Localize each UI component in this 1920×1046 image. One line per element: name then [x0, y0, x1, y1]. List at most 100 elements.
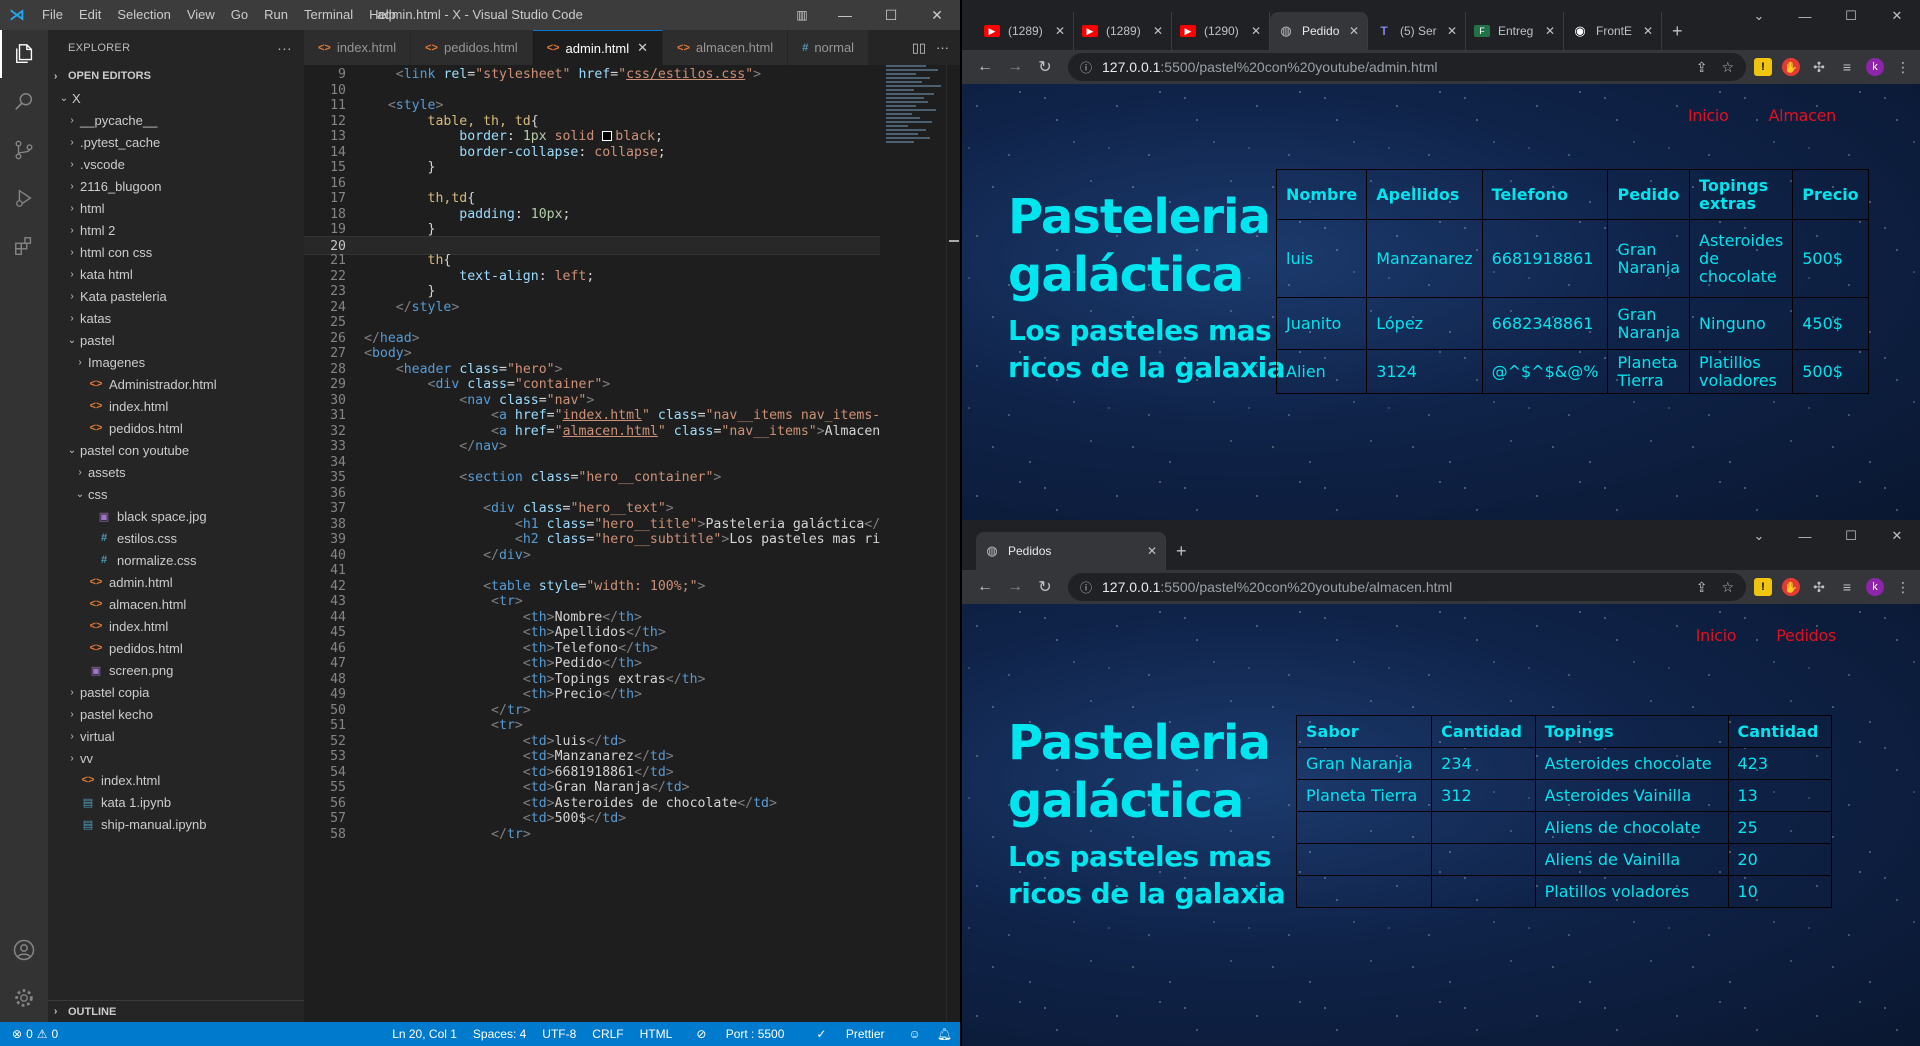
extension-icon[interactable]: !: [1754, 58, 1772, 76]
reading-list-icon[interactable]: ≡: [1838, 58, 1856, 76]
maximize-button[interactable]: ☐: [1828, 0, 1874, 32]
tree-folder[interactable]: › __pycache__: [48, 109, 304, 131]
address-bar[interactable]: ⓘ 127.0.0.1:5500/pastel%20con%20youtube/…: [1068, 53, 1746, 81]
tree-file[interactable]: <> index.html: [48, 769, 304, 791]
tree-folder[interactable]: › 2116_blugoon: [48, 175, 304, 197]
code-editor[interactable]: 9 <link rel="stylesheet" href="css/estil…: [304, 65, 960, 1022]
tree-folder[interactable]: › html 2: [48, 219, 304, 241]
tab-search-chevron-down-icon[interactable]: ⌄: [1736, 520, 1782, 552]
address-bar[interactable]: ⓘ 127.0.0.1:5500/pastel%20con%20youtube/…: [1068, 573, 1746, 601]
close-tab-icon[interactable]: ✕: [1545, 24, 1555, 38]
tree-folder[interactable]: › Kata pasteleria: [48, 285, 304, 307]
tree-file[interactable]: <> admin.html: [48, 571, 304, 593]
close-tab-icon[interactable]: ✕: [1147, 544, 1157, 558]
editor-tab[interactable]: # normal: [788, 30, 870, 65]
tree-folder[interactable]: ⌄ pastel: [48, 329, 304, 351]
tree-file[interactable]: # estilos.css: [48, 527, 304, 549]
tree-file[interactable]: ▤ kata 1.ipynb: [48, 791, 304, 813]
close-button[interactable]: ✕: [914, 0, 960, 30]
browser-tab[interactable]: ◉ FrontE ✕: [1564, 12, 1662, 50]
split-editor-icon[interactable]: ▯▯: [907, 40, 931, 56]
tab-search-chevron-down-icon[interactable]: ⌄: [1736, 0, 1782, 32]
forward-icon[interactable]: →: [1000, 58, 1030, 76]
encoding[interactable]: UTF-8: [534, 1027, 584, 1041]
minimize-button[interactable]: —: [1782, 0, 1828, 32]
line-ending[interactable]: CRLF: [584, 1027, 631, 1041]
back-icon[interactable]: ←: [970, 578, 1000, 596]
close-button[interactable]: ✕: [1874, 0, 1920, 32]
close-tab-icon[interactable]: ✕: [1643, 24, 1653, 38]
minimize-button[interactable]: —: [1782, 520, 1828, 552]
menu-kebab-icon[interactable]: ⋮: [1894, 58, 1912, 76]
explorer-icon[interactable]: [0, 30, 48, 78]
browser-tab[interactable]: ▶ (1290) ✕: [1172, 12, 1270, 50]
close-tab-icon[interactable]: ✕: [1251, 24, 1261, 38]
search-icon[interactable]: [0, 78, 48, 126]
site-info-icon[interactable]: ⓘ: [1080, 579, 1092, 596]
nav-link-inicio[interactable]: Inicio: [1688, 106, 1729, 125]
menu-help[interactable]: Help: [361, 0, 404, 30]
tree-file[interactable]: # normalize.css: [48, 549, 304, 571]
tree-folder[interactable]: › kata html: [48, 263, 304, 285]
profile-avatar[interactable]: k: [1866, 578, 1884, 596]
live-server-port[interactable]: ⊘ Port : 5500: [680, 1027, 800, 1041]
browser-tab[interactable]: ▶ (1289) ✕: [976, 12, 1074, 50]
tree-file[interactable]: <> almacen.html: [48, 593, 304, 615]
tree-folder[interactable]: ⌄ css: [48, 483, 304, 505]
editor-tab[interactable]: <> pedidos.html: [411, 30, 533, 65]
editor-tab[interactable]: <> index.html: [304, 30, 412, 65]
nav-link-inicio[interactable]: Inicio: [1696, 626, 1737, 645]
tree-file[interactable]: ▣ screen.png: [48, 659, 304, 681]
browser-tab[interactable]: ▶ (1289) ✕: [1074, 12, 1172, 50]
tree-folder[interactable]: › html con css: [48, 241, 304, 263]
close-tab-icon[interactable]: ✕: [1153, 24, 1163, 38]
settings-gear-icon[interactable]: [0, 974, 48, 1022]
menu-edit[interactable]: Edit: [71, 0, 109, 30]
tree-folder[interactable]: ⌄ X: [48, 87, 304, 109]
tree-folder[interactable]: ⌄ pastel con youtube: [48, 439, 304, 461]
minimap[interactable]: [886, 65, 946, 165]
run-debug-icon[interactable]: [0, 174, 48, 222]
notifications-bell-icon[interactable]: 🔔︎: [929, 1027, 960, 1041]
problems-indicator[interactable]: ⊗ 0 ⚠ 0: [0, 1027, 58, 1041]
forward-icon[interactable]: →: [1000, 578, 1030, 596]
menu-kebab-icon[interactable]: ⋮: [1894, 578, 1912, 596]
site-info-icon[interactable]: ⓘ: [1080, 59, 1092, 76]
browser-tab[interactable]: F Entreg ✕: [1466, 12, 1564, 50]
minimize-button[interactable]: —: [822, 0, 868, 30]
indentation[interactable]: Spaces: 4: [465, 1027, 534, 1041]
nav-link-almacen[interactable]: Almacen: [1769, 106, 1837, 125]
tree-file[interactable]: <> index.html: [48, 395, 304, 417]
more-actions-icon[interactable]: ···: [931, 40, 954, 55]
share-icon[interactable]: ⇪: [1696, 579, 1708, 596]
tree-file[interactable]: <> pedidos.html: [48, 417, 304, 439]
accounts-icon[interactable]: [0, 926, 48, 974]
browser-tab[interactable]: ◍ Pedidos ✕: [976, 532, 1166, 570]
close-tab-icon[interactable]: ✕: [637, 40, 648, 56]
close-button[interactable]: ✕: [1874, 520, 1920, 552]
reload-icon[interactable]: ↻: [1030, 577, 1060, 597]
menu-view[interactable]: View: [179, 0, 223, 30]
menu-run[interactable]: Run: [256, 0, 296, 30]
outline-section[interactable]: › OUTLINE: [48, 1000, 304, 1022]
bookmark-star-icon[interactable]: ☆: [1721, 579, 1734, 596]
menu-file[interactable]: File: [34, 0, 71, 30]
browser-tab[interactable]: T (5) Ser ✕: [1368, 12, 1466, 50]
back-icon[interactable]: ←: [970, 58, 1000, 76]
maximize-button[interactable]: ☐: [1828, 520, 1874, 552]
extension-red-icon[interactable]: ✋: [1782, 58, 1800, 76]
tree-file[interactable]: <> pedidos.html: [48, 637, 304, 659]
profile-avatar[interactable]: k: [1866, 58, 1884, 76]
new-tab-button[interactable]: +: [1662, 12, 1693, 50]
menu-go[interactable]: Go: [223, 0, 256, 30]
more-actions-icon[interactable]: ···: [277, 40, 292, 56]
new-tab-button[interactable]: +: [1166, 532, 1197, 570]
maximize-button[interactable]: ☐: [868, 0, 914, 30]
browser-tab[interactable]: ◍ Pedido ✕: [1270, 12, 1368, 50]
share-icon[interactable]: ⇪: [1696, 59, 1708, 76]
editor-tab[interactable]: <> almacen.html: [663, 30, 789, 65]
tree-folder[interactable]: › pastel copia: [48, 681, 304, 703]
tree-file[interactable]: <> index.html: [48, 615, 304, 637]
extension-red-icon[interactable]: ✋: [1782, 578, 1800, 596]
editor-tab[interactable]: <> admin.html ✕: [532, 30, 664, 65]
